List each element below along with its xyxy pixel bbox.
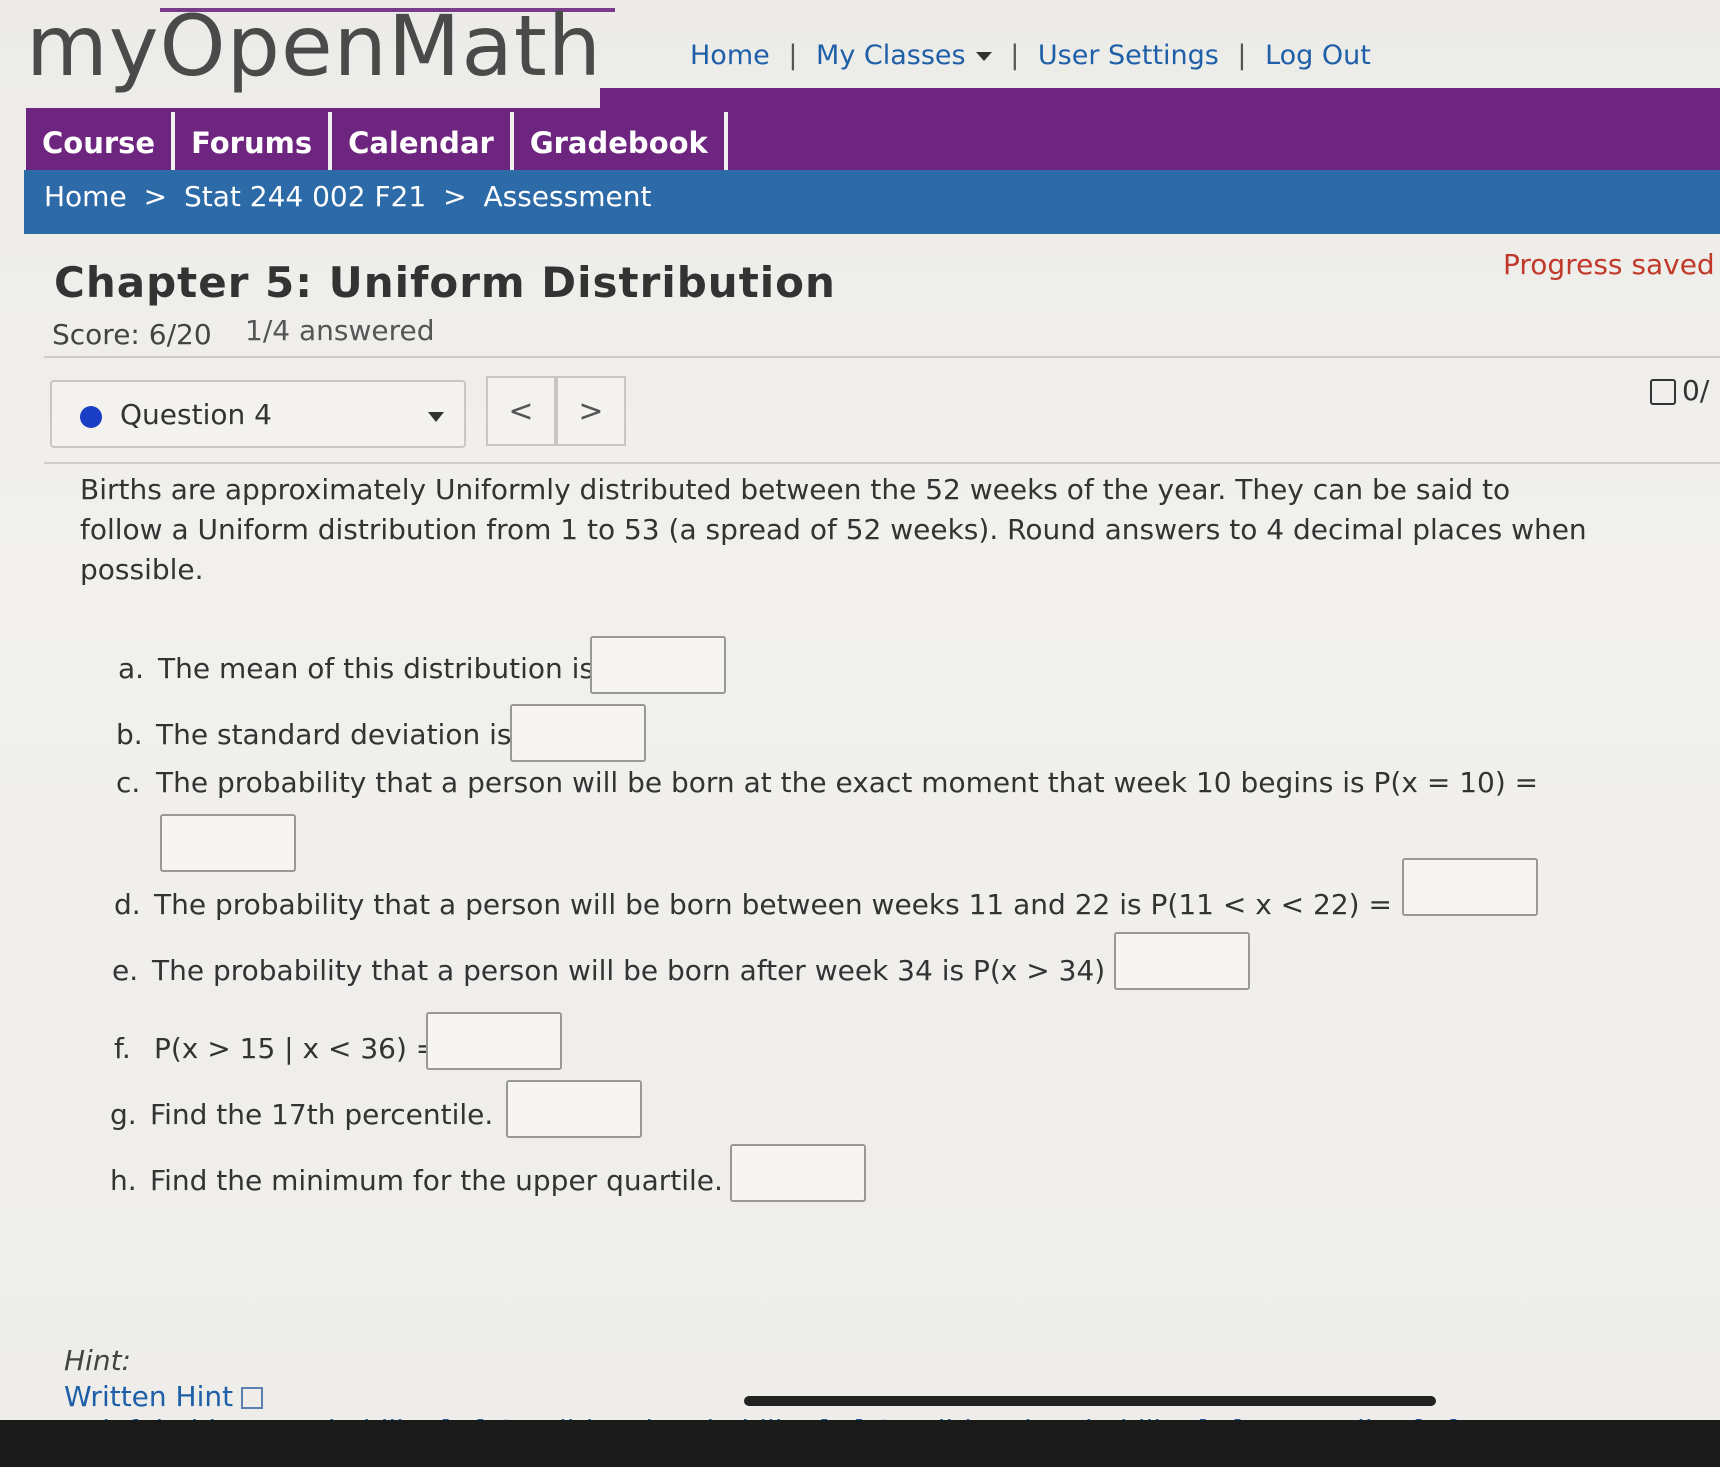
answered-count: 1/4 answered: [245, 314, 435, 347]
tab-calendar[interactable]: Calendar: [332, 112, 514, 170]
answer-input-h[interactable]: [730, 1144, 866, 1202]
part-label: e.: [112, 954, 139, 987]
progress-status: Progress saved: [1503, 248, 1715, 281]
main-tabs: Course Forums Calendar Gradebook: [26, 112, 728, 170]
part-label: f.: [114, 1032, 131, 1065]
nav-separator: |: [1010, 40, 1020, 71]
tab-gradebook[interactable]: Gradebook: [514, 112, 728, 170]
part-b: b. The standard deviation is: [116, 718, 511, 751]
nav-separator: |: [1237, 40, 1247, 71]
part-text: The probability that a person will be bo…: [156, 766, 1539, 799]
part-text: P(x > 15 | x < 36) =: [154, 1032, 440, 1065]
breadcrumb-current: Assessment: [483, 180, 652, 213]
part-label: b.: [116, 718, 143, 751]
part-text: The probability that a person will be bo…: [154, 888, 1392, 921]
part-e: e. The probability that a person will be …: [112, 954, 1138, 987]
hint-heading: Hint:: [64, 1344, 131, 1377]
answer-input-f[interactable]: [426, 1012, 562, 1070]
part-g: g. Find the 17th percentile.: [110, 1098, 493, 1131]
nav-home-link[interactable]: Home: [690, 40, 770, 71]
next-question-button[interactable]: >: [556, 376, 626, 446]
breadcrumb-separator: >: [143, 180, 168, 213]
nav-separator: |: [788, 40, 798, 71]
chevron-down-icon: [428, 412, 444, 422]
question-status-dot-icon: [80, 406, 102, 428]
prev-question-button[interactable]: <: [486, 376, 556, 446]
part-label: g.: [110, 1098, 137, 1131]
nav-user-settings-link[interactable]: User Settings: [1038, 40, 1219, 71]
written-hint-link[interactable]: Written Hint: [64, 1380, 264, 1413]
part-label: h.: [110, 1164, 137, 1197]
part-text: Find the 17th percentile.: [150, 1098, 494, 1131]
answer-input-c[interactable]: [160, 814, 296, 872]
divider: [44, 356, 1720, 358]
part-f: f. P(x > 15 | x < 36) =: [114, 1032, 439, 1065]
part-a: a. The mean of this distribution is: [118, 652, 594, 685]
screen-bezel: [0, 1420, 1720, 1467]
question-prompt: Births are approximately Uniformly distr…: [80, 473, 1587, 586]
part-label: a.: [118, 652, 145, 685]
score-text: Score: 6/20: [52, 318, 212, 351]
written-hint-label: Written Hint: [64, 1380, 234, 1413]
part-d: d. The probability that a person will be …: [114, 888, 1392, 921]
part-text: The standard deviation is: [156, 718, 512, 751]
points-text: 0/: [1682, 374, 1710, 407]
breadcrumb-separator: >: [443, 180, 467, 213]
tab-forums[interactable]: Forums: [175, 112, 333, 170]
part-label: c.: [116, 766, 141, 799]
part-label: d.: [114, 888, 141, 921]
site-logo[interactable]: myOpenMath: [26, 4, 602, 88]
part-c: c. The probability that a person will be …: [116, 766, 1538, 799]
breadcrumb-home[interactable]: Home: [44, 180, 127, 213]
part-text: The mean of this distribution is: [158, 652, 594, 685]
external-link-icon: [241, 1387, 264, 1409]
tab-course[interactable]: Course: [26, 112, 176, 170]
nav-log-out-link[interactable]: Log Out: [1265, 40, 1371, 71]
page-title: Chapter 5: Uniform Distribution: [54, 258, 836, 307]
part-h: h. Find the minimum for the upper quartil…: [110, 1164, 723, 1197]
nav-my-classes-link[interactable]: My Classes: [816, 40, 992, 71]
answer-input-d[interactable]: [1402, 858, 1538, 916]
question-select[interactable]: Question 4: [50, 380, 466, 448]
answer-input-g[interactable]: [506, 1080, 642, 1138]
question-points: 0/: [1650, 374, 1709, 407]
part-text: Find the minimum for the upper quartile.: [150, 1164, 723, 1197]
breadcrumb: Home > Stat 244 002 F21 > Assessment: [44, 180, 651, 213]
horizontal-scrollbar[interactable]: [744, 1396, 1436, 1406]
answer-input-b[interactable]: [510, 704, 646, 762]
answer-input-a[interactable]: [590, 636, 726, 694]
part-text: The probability that a person will be bo…: [152, 954, 1138, 987]
question-select-label: Question 4: [120, 398, 272, 431]
divider: [44, 462, 1720, 464]
top-nav: Home | My Classes | User Settings | Log …: [690, 40, 1371, 71]
chevron-down-icon: [975, 52, 992, 61]
page: myOpenMath Home | My Classes | User Sett…: [0, 0, 1720, 1432]
breadcrumb-course[interactable]: Stat 244 002 F21: [184, 180, 426, 213]
answer-input-e[interactable]: [1114, 932, 1250, 990]
checkbox-icon: [1650, 379, 1676, 405]
nav-my-classes-label: My Classes: [816, 40, 966, 71]
